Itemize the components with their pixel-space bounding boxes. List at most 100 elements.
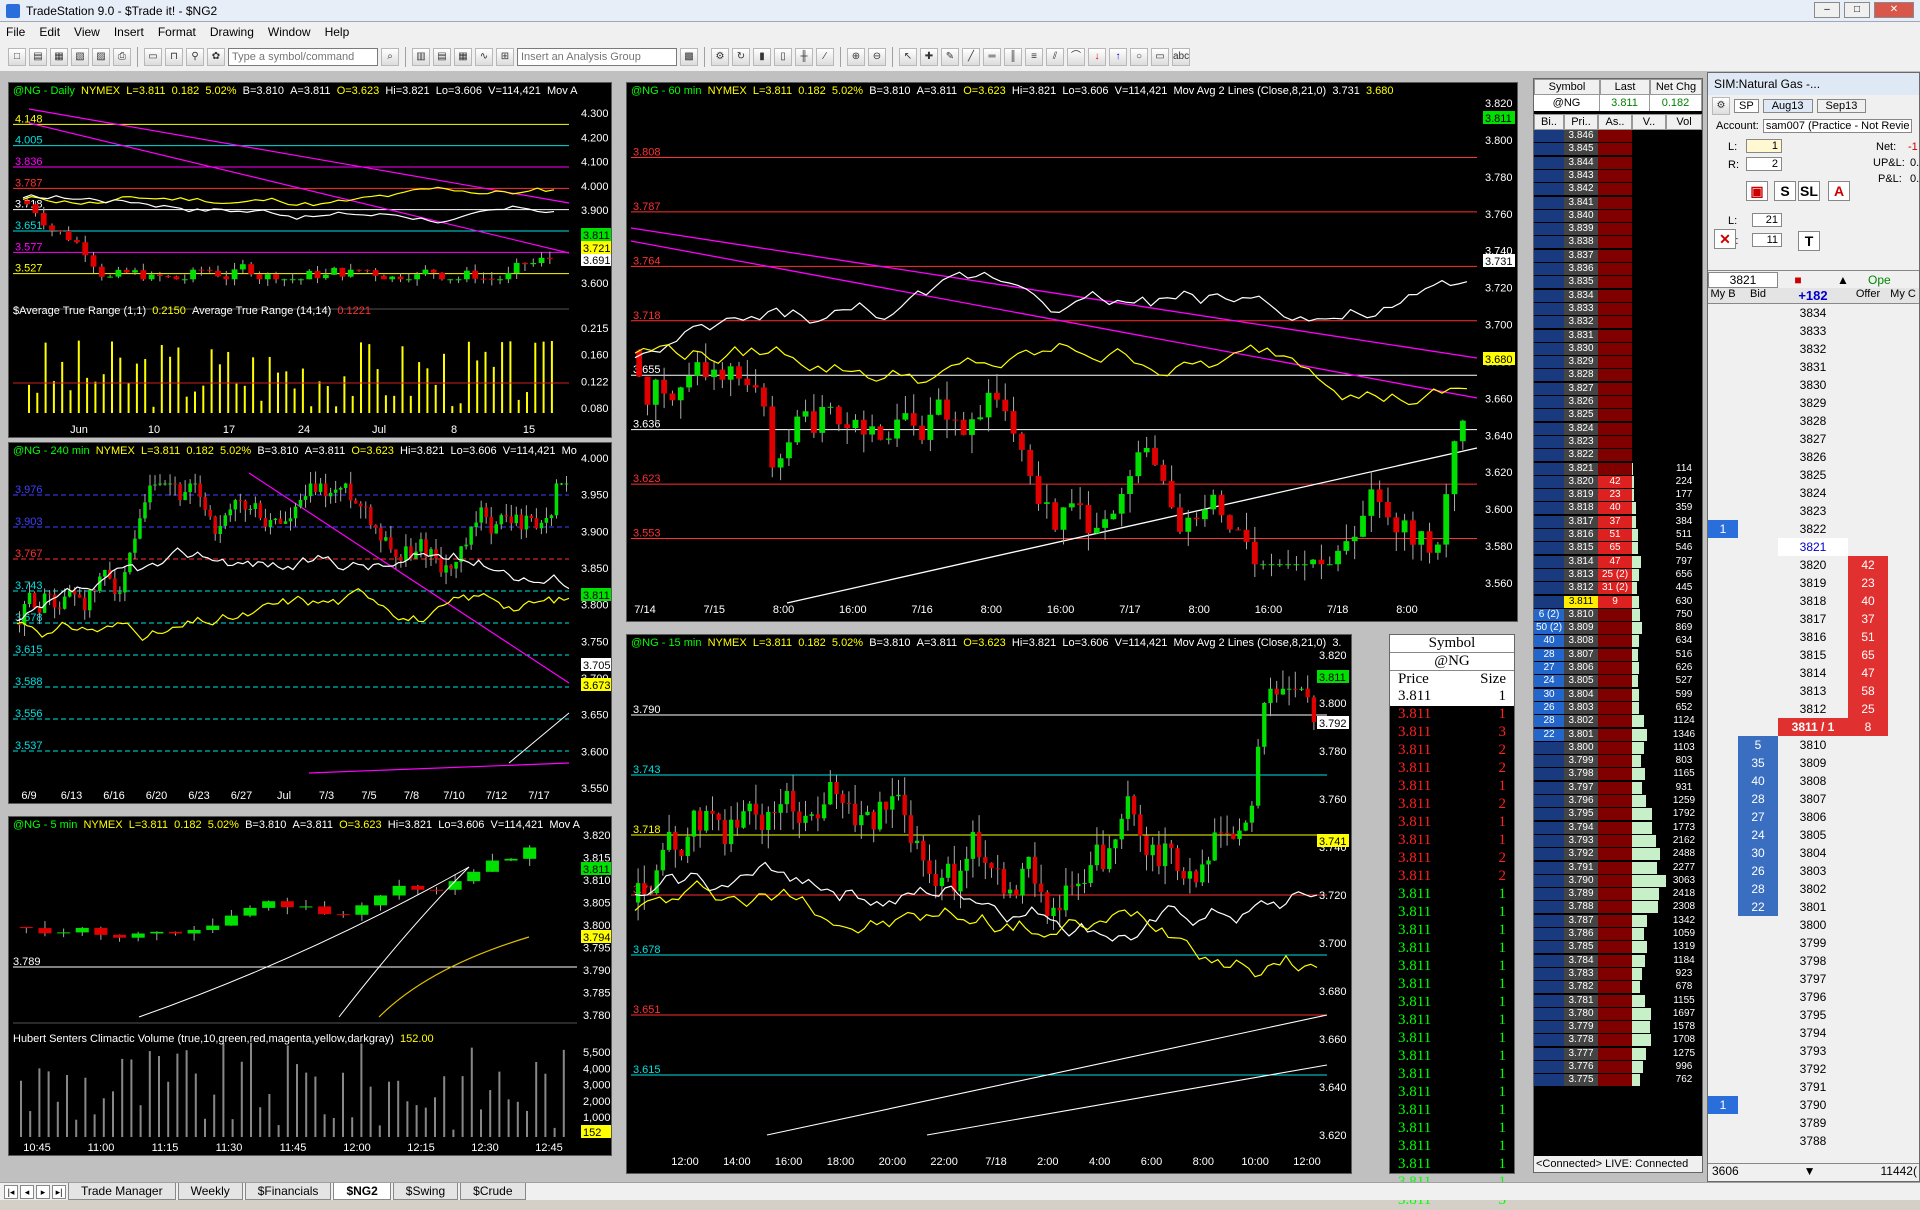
tab-financials[interactable]: $Financials bbox=[244, 1183, 332, 1200]
analysis-icon[interactable]: ▩ bbox=[680, 47, 698, 66]
ohlc-icon[interactable]: ╫ bbox=[795, 47, 813, 66]
month-tab-sep[interactable]: Sep13 bbox=[1816, 99, 1867, 113]
menu-format[interactable]: Format bbox=[158, 25, 196, 39]
menu-drawing[interactable]: Drawing bbox=[210, 25, 254, 39]
matrix-row[interactable]: 3821 bbox=[1708, 538, 1919, 556]
rectangle-icon[interactable]: ▭ bbox=[1151, 47, 1169, 66]
line-icon[interactable]: ∕ bbox=[816, 47, 834, 66]
matrix-row[interactable]: 3825 bbox=[1708, 466, 1919, 484]
pointer-icon[interactable]: ↖ bbox=[899, 47, 917, 66]
matrix-row[interactable]: 3797 bbox=[1708, 970, 1919, 988]
dom-col-ask[interactable]: As.. bbox=[1598, 114, 1632, 130]
dom-row[interactable]: 3.796 1259 bbox=[1534, 795, 1704, 807]
menu-file[interactable]: File bbox=[6, 25, 25, 39]
radar-col-netchg[interactable]: Net Chg bbox=[1650, 79, 1702, 95]
matrix-row[interactable]: 1 3822 bbox=[1708, 520, 1919, 538]
dom-row[interactable]: 3.781 1155 bbox=[1534, 994, 1704, 1007]
dom-row[interactable]: 3.782 678 bbox=[1534, 981, 1704, 994]
l2-field[interactable]: 21 bbox=[1752, 213, 1782, 227]
tab-swing[interactable]: $Swing bbox=[392, 1183, 459, 1200]
s-field[interactable]: 11 bbox=[1752, 233, 1782, 247]
matrix-row[interactable]: 3832 bbox=[1708, 340, 1919, 358]
tab-last-icon[interactable]: ▸| bbox=[52, 1184, 66, 1199]
radar-row[interactable]: @NG 3.811 0.182 bbox=[1534, 95, 1702, 111]
dom-row[interactable]: 3.780 1697 bbox=[1534, 1007, 1704, 1020]
matrix-row[interactable]: 3800 bbox=[1708, 916, 1919, 934]
matrix-row[interactable]: 3812 25 bbox=[1708, 700, 1919, 718]
matrix-row[interactable]: 5 3810 bbox=[1708, 736, 1919, 754]
dom-row[interactable]: 3.836 bbox=[1534, 263, 1704, 275]
dom-row[interactable]: 3.789 2418 bbox=[1534, 888, 1704, 901]
matrix-row[interactable]: 3789 bbox=[1708, 1114, 1919, 1132]
matrix-row[interactable]: 3818 40 bbox=[1708, 592, 1919, 610]
print-preview-icon[interactable]: ▨ bbox=[92, 47, 110, 66]
dom-row[interactable]: 3.830 bbox=[1534, 342, 1704, 355]
window-icon[interactable]: ▭ bbox=[144, 47, 162, 66]
dom-row[interactable]: 3.829 bbox=[1534, 356, 1704, 369]
tab-crude[interactable]: $Crude bbox=[460, 1183, 526, 1200]
matrix-row[interactable]: 3813 58 bbox=[1708, 682, 1919, 700]
matrix-row[interactable]: 28 3807 bbox=[1708, 790, 1919, 808]
account-select[interactable]: sam007 (Practice - Not Revie bbox=[1762, 119, 1913, 133]
dom-row[interactable]: 40 3.808 634 bbox=[1534, 635, 1704, 648]
minimize-button[interactable]: – bbox=[1814, 2, 1840, 18]
dom-row[interactable]: 3.819 23 177 bbox=[1534, 489, 1704, 502]
dom-row[interactable]: 3.841 bbox=[1534, 196, 1704, 209]
l-qty-field[interactable]: 1 bbox=[1746, 139, 1782, 153]
auto-exit-icon[interactable]: A bbox=[1828, 181, 1850, 201]
matrix-row[interactable]: 3820 42 bbox=[1708, 556, 1919, 574]
route-select[interactable]: SP bbox=[1734, 99, 1759, 113]
matrix-row[interactable]: 40 3808 bbox=[1708, 772, 1919, 790]
dom-row[interactable]: 3.824 bbox=[1534, 422, 1704, 435]
matrix-row[interactable]: 3824 bbox=[1708, 484, 1919, 502]
matrix-row[interactable]: 3833 bbox=[1708, 322, 1919, 340]
matrix-row[interactable]: 3834 bbox=[1708, 304, 1919, 322]
arc-icon[interactable]: ⌒ bbox=[1067, 47, 1085, 66]
cancel-all-icon[interactable]: ✕ bbox=[1714, 229, 1736, 249]
dom-row[interactable]: 3.815 65 546 bbox=[1534, 542, 1704, 555]
matrix-row[interactable]: 3827 bbox=[1708, 430, 1919, 448]
dom-row[interactable]: 3.791 2277 bbox=[1534, 861, 1704, 874]
crosshair-icon[interactable]: ✚ bbox=[920, 47, 938, 66]
scroll-down-icon[interactable]: ▼ bbox=[1804, 1164, 1816, 1181]
dom-row[interactable]: 3.826 bbox=[1534, 396, 1704, 408]
matrix-icon[interactable]: ▤ bbox=[433, 47, 451, 66]
print-icon[interactable]: ⎙ bbox=[113, 47, 131, 66]
dom-row[interactable]: 6 (2) 3.810 750 bbox=[1534, 608, 1704, 621]
ts-symbol-field[interactable]: @NG bbox=[1390, 652, 1514, 670]
matrix-row[interactable]: 3794 bbox=[1708, 1024, 1919, 1042]
indicator-icon[interactable]: ∿ bbox=[475, 47, 493, 66]
matrix-row[interactable]: 3828 bbox=[1708, 412, 1919, 430]
ellipse-icon[interactable]: ○ bbox=[1130, 47, 1148, 66]
dom-row[interactable]: 3.816 51 511 bbox=[1534, 529, 1704, 541]
dom-row[interactable]: 3.812 31 (2) 445 bbox=[1534, 582, 1704, 595]
matrix-row[interactable]: 3826 bbox=[1708, 448, 1919, 466]
dom-row[interactable]: 30 3.804 599 bbox=[1534, 688, 1704, 701]
r-qty-field[interactable]: 2 bbox=[1746, 157, 1782, 171]
trendline-icon[interactable]: ╱ bbox=[962, 47, 980, 66]
chart-icon[interactable]: ▥ bbox=[412, 47, 430, 66]
channel-icon[interactable]: ⫽ bbox=[1046, 47, 1064, 66]
arrow-down-icon[interactable]: ↓ bbox=[1088, 47, 1106, 66]
dom-row[interactable]: 3.811 9 630 bbox=[1534, 595, 1704, 608]
dom-row[interactable]: 3.784 1184 bbox=[1534, 954, 1704, 967]
240min-chart[interactable]: 3.976 3.903 3.767 3.743 3.678 3.615 3.588 3.556… bbox=[8, 442, 612, 804]
dom-row[interactable]: 3.800 1103 bbox=[1534, 741, 1704, 754]
dom-row[interactable]: 3.822 bbox=[1534, 449, 1704, 462]
close-button[interactable]: ✕ bbox=[1874, 2, 1914, 18]
matrix-row[interactable]: 1 3790 bbox=[1708, 1096, 1919, 1114]
dom-row[interactable]: 3.777 1275 bbox=[1534, 1047, 1704, 1060]
matrix-row[interactable]: 3815 65 bbox=[1708, 646, 1919, 664]
dom-row[interactable]: 3.833 bbox=[1534, 302, 1704, 315]
matrix-row[interactable]: 35 3809 bbox=[1708, 754, 1919, 772]
dom-row[interactable]: 3.775 762 bbox=[1534, 1074, 1704, 1087]
bar-chart-icon[interactable]: ▮ bbox=[753, 47, 771, 66]
matrix-row[interactable]: 24 3805 bbox=[1708, 826, 1919, 844]
matrix-row[interactable]: 3796 bbox=[1708, 988, 1919, 1006]
text-icon[interactable]: abc bbox=[1172, 47, 1190, 66]
tab-trademanager[interactable]: Trade Manager bbox=[68, 1183, 176, 1200]
dom-row[interactable]: 3.845 bbox=[1534, 143, 1704, 156]
tab-ng2[interactable]: $NG2 bbox=[333, 1183, 391, 1200]
dom-row[interactable]: 3.823 bbox=[1534, 435, 1704, 448]
matrix-row[interactable]: 3793 bbox=[1708, 1042, 1919, 1060]
